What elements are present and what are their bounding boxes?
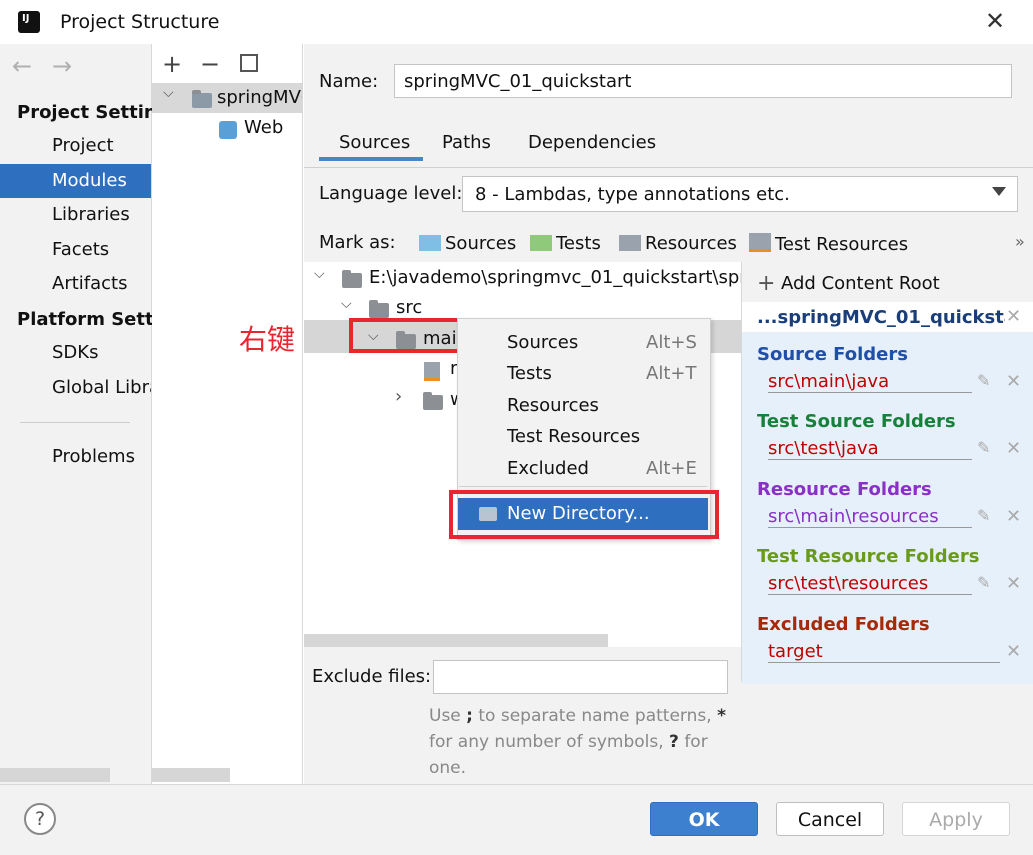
source-folder-path: src\main\java	[768, 371, 972, 393]
active-tab-indicator	[319, 157, 423, 161]
forward-arrow-icon[interactable]: →	[52, 52, 72, 80]
highlight-box-new-directory	[449, 490, 719, 539]
web-facet-label[interactable]: Web	[244, 117, 283, 138]
divider	[20, 422, 130, 423]
mark-as-label: Mark as:	[319, 232, 396, 253]
shortcut-excluded: Alt+E	[646, 458, 697, 479]
remove-folder-icon[interactable]: ✕	[1006, 506, 1021, 527]
name-label: Name:	[319, 71, 379, 92]
module-name: springMVC_01_quickstart	[217, 87, 302, 108]
remove-root-icon[interactable]: ✕	[1006, 306, 1021, 327]
tab-paths[interactable]: Paths	[442, 132, 491, 153]
test-resources-folder-icon	[749, 233, 771, 252]
sidebar-item-modules[interactable]: Modules	[0, 164, 151, 198]
window-title: Project Structure	[60, 11, 220, 33]
menu-item-tests[interactable]: Tests	[507, 363, 552, 384]
module-list	[152, 44, 303, 784]
plus-icon[interactable]: +	[757, 271, 775, 296]
module-name-field[interactable]: springMVC_01_quickstart	[394, 64, 1012, 98]
sidebar-item-project[interactable]: Project	[0, 129, 151, 163]
menu-divider	[459, 486, 707, 487]
exclude-files-input[interactable]	[433, 660, 728, 694]
tests-folder-icon	[530, 235, 552, 251]
close-icon[interactable]: ✕	[985, 7, 1005, 35]
sidebar-item-facets[interactable]: Facets	[0, 233, 151, 267]
exclude-files-hint: Use ; to separate name patterns, * for a…	[429, 706, 726, 778]
edit-pencil-icon[interactable]: ✎	[977, 573, 990, 592]
intellij-app-icon: IJ	[15, 8, 43, 33]
content-root-path: ...springMVC_01_quickstart	[757, 307, 1005, 328]
remove-folder-icon[interactable]: ✕	[1006, 438, 1021, 459]
chevron-down-icon[interactable]: ⌵	[314, 266, 325, 282]
remove-folder-icon[interactable]: ✕	[1006, 641, 1021, 662]
divider	[304, 167, 1033, 168]
tree-scrollbar[interactable]	[304, 634, 608, 647]
resource-folders-title: Resource Folders	[757, 479, 932, 500]
cancel-button[interactable]: Cancel	[776, 802, 884, 836]
resource-folder-path: src\main\resources	[768, 506, 972, 528]
folder-icon	[423, 392, 443, 415]
more-actions-icon[interactable]: »	[1015, 232, 1025, 251]
tab-sources[interactable]: Sources	[339, 132, 410, 153]
resources-folder-icon	[619, 235, 641, 251]
add-content-root-button[interactable]: Add Content Root	[781, 273, 940, 294]
language-level-select[interactable]: 8 - Lambdas, type annotations etc.	[462, 176, 1018, 212]
help-button[interactable]: ?	[24, 803, 56, 835]
ok-button[interactable]: OK	[650, 802, 758, 836]
tab-dependencies[interactable]: Dependencies	[528, 132, 656, 153]
test-source-folders-title: Test Source Folders	[757, 411, 956, 432]
test-resource-folder-path: src\test\resources	[768, 573, 972, 595]
edit-pencil-icon[interactable]: ✎	[977, 506, 990, 525]
copy-icon[interactable]	[240, 54, 258, 72]
mark-test-resources-button[interactable]: Test Resources	[749, 233, 908, 255]
excluded-folders-title: Excluded Folders	[757, 614, 930, 635]
edit-pencil-icon[interactable]: ✎	[977, 438, 990, 457]
web-facet-icon	[219, 121, 237, 139]
menu-item-resources[interactable]: Resources	[507, 395, 599, 416]
apply-button[interactable]: Apply	[902, 802, 1010, 836]
edit-pencil-icon[interactable]: ✎	[977, 371, 990, 390]
mark-resources-button[interactable]: Resources	[619, 233, 737, 254]
exclude-files-label: Exclude files:	[312, 666, 432, 687]
shortcut-tests: Alt+T	[646, 363, 697, 384]
menu-item-test-resources[interactable]: Test Resources	[507, 426, 640, 447]
chevron-down-icon[interactable]: ⌵	[341, 296, 352, 312]
project-settings-heading: Project Settings	[17, 102, 168, 123]
sidebar-item-libraries[interactable]: Libraries	[0, 198, 151, 232]
dropdown-arrow-icon[interactable]	[992, 187, 1006, 196]
remove-folder-icon[interactable]: ✕	[1006, 573, 1021, 594]
folder-icon	[342, 270, 362, 293]
shortcut-sources: Alt+S	[646, 332, 697, 353]
test-source-folder-path: src\test\java	[768, 438, 972, 460]
source-folders-title: Source Folders	[757, 344, 908, 365]
menu-item-excluded[interactable]: Excluded	[507, 458, 589, 479]
module-folder-icon	[192, 90, 212, 113]
remove-icon[interactable]: −	[200, 50, 220, 78]
sidebar-item-problems[interactable]: Problems	[0, 440, 151, 474]
sources-folder-icon	[419, 235, 441, 251]
sidebar-item-artifacts[interactable]: Artifacts	[0, 267, 151, 301]
excluded-folder-path: target	[768, 641, 1000, 663]
language-level-label: Language level:	[319, 183, 463, 204]
module-list-scrollbar[interactable]	[152, 768, 230, 782]
menu-item-sources[interactable]: Sources	[507, 332, 578, 353]
test-resource-folders-title: Test Resource Folders	[757, 546, 980, 567]
tree-root-path[interactable]: E:\javademo\springmvc_01_quickstart\spri…	[369, 267, 741, 288]
sidebar-item-global-libraries[interactable]: Global Libraries	[0, 371, 151, 405]
chevron-right-icon[interactable]: ›	[395, 386, 402, 407]
tree-src[interactable]: src	[396, 297, 422, 318]
add-icon[interactable]: +	[162, 50, 182, 78]
annotation-right-click: 右键	[239, 323, 296, 356]
mark-sources-button[interactable]: Sources	[419, 233, 516, 254]
resources-folder-icon	[424, 362, 440, 381]
back-arrow-icon[interactable]: ←	[12, 52, 32, 80]
mark-tests-button[interactable]: Tests	[530, 233, 601, 254]
platform-settings-heading: Platform Settings	[17, 309, 168, 330]
remove-folder-icon[interactable]: ✕	[1006, 371, 1021, 392]
sidebar-scrollbar[interactable]	[0, 768, 110, 782]
sidebar-item-sdks[interactable]: SDKs	[0, 336, 151, 370]
chevron-down-icon[interactable]: ⌵	[163, 85, 174, 101]
